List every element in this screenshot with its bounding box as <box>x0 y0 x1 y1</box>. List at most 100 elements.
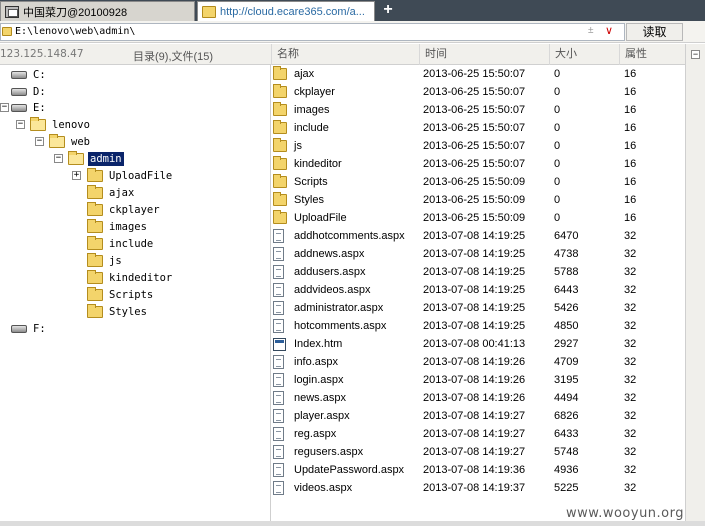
tree-folder-lenovo[interactable]: lenovo <box>30 117 92 133</box>
file-row[interactable]: player.aspx 2013-07-08 14:19:27 6826 32 <box>272 407 685 425</box>
aspx-file-icon <box>273 283 284 297</box>
file-attr: 16 <box>624 176 637 188</box>
file-size: 5788 <box>554 266 579 278</box>
file-time: 2013-07-08 14:19:25 <box>423 302 526 314</box>
column-header-size[interactable]: 大小 <box>549 44 619 65</box>
file-size: 5748 <box>554 446 579 458</box>
tree-folder-scripts[interactable]: Scripts <box>87 287 155 303</box>
tree-folder-js[interactable]: js <box>87 253 124 269</box>
file-attr: 32 <box>624 392 637 404</box>
path-input[interactable]: E:\lenovo\web\admin\ <box>0 23 625 41</box>
file-attr: 32 <box>624 410 637 422</box>
file-row[interactable]: addhotcomments.aspx 2013-07-08 14:19:25 64… <box>272 227 685 245</box>
file-name: kindeditor <box>294 158 342 170</box>
aspx-file-icon <box>273 265 284 279</box>
tree-folder-kindeditor[interactable]: kindeditor <box>87 270 174 286</box>
file-size: 6433 <box>554 428 579 440</box>
file-size: 2927 <box>554 338 579 350</box>
collapse-icon[interactable]: − <box>35 137 44 146</box>
file-name: addhotcomments.aspx <box>294 230 405 242</box>
read-button[interactable]: 读取 <box>626 23 683 41</box>
file-row[interactable]: include 2013-06-25 15:50:07 0 16 <box>272 119 685 137</box>
file-attr: 16 <box>624 158 637 170</box>
file-row[interactable]: addnews.aspx 2013-07-08 14:19:25 4738 32 <box>272 245 685 263</box>
file-name: player.aspx <box>294 410 350 422</box>
file-row[interactable]: ajax 2013-06-25 15:50:07 0 16 <box>272 65 685 83</box>
file-row[interactable]: images 2013-06-25 15:50:07 0 16 <box>272 101 685 119</box>
file-name: ajax <box>294 68 315 80</box>
window-icon <box>5 5 19 18</box>
aspx-file-icon <box>273 247 284 261</box>
column-header-time[interactable]: 时间 <box>419 44 549 65</box>
tree-drive-c[interactable]: C: <box>11 67 48 83</box>
file-row[interactable]: addusers.aspx 2013-07-08 14:19:25 5788 32 <box>272 263 685 281</box>
tab-bar: 中国菜刀@20100928 http://cloud.ecare365.com/… <box>0 0 705 21</box>
drive-icon <box>11 88 27 96</box>
file-row[interactable]: info.aspx 2013-07-08 14:19:26 4709 32 <box>272 353 685 371</box>
file-row[interactable]: kindeditor 2013-06-25 15:50:07 0 16 <box>272 155 685 173</box>
file-row[interactable]: addvideos.aspx 2013-07-08 14:19:25 6443 32 <box>272 281 685 299</box>
folder-icon <box>202 5 216 18</box>
tree-folder-include[interactable]: include <box>87 236 155 252</box>
new-tab-button[interactable]: + <box>378 1 398 20</box>
tab-label: 中国菜刀@20100928 <box>23 6 128 19</box>
file-row[interactable]: videos.aspx 2013-07-08 14:19:37 5225 32 <box>272 479 685 497</box>
aspx-file-icon <box>273 391 284 405</box>
tree-folder-admin[interactable]: admin <box>68 151 124 167</box>
folder-icon <box>87 253 103 267</box>
file-size: 0 <box>554 194 561 206</box>
tree-folder-ckplayer[interactable]: ckplayer <box>87 202 162 218</box>
file-row[interactable]: hotcomments.aspx 2013-07-08 14:19:25 4850 3… <box>272 317 685 335</box>
file-row[interactable]: Index.htm 2013-07-08 00:41:13 2927 32 <box>272 335 685 353</box>
address-bar: E:\lenovo\web\admin\ ± ∨ 读取 <box>0 21 705 43</box>
collapse-icon[interactable]: − <box>16 120 25 129</box>
file-attr: 16 <box>624 86 637 98</box>
file-attr: 16 <box>624 140 637 152</box>
file-name-cell: Scripts <box>273 173 328 191</box>
tree-folder-images[interactable]: images <box>87 219 149 235</box>
file-row[interactable]: js 2013-06-25 15:50:07 0 16 <box>272 137 685 155</box>
tree-drive-d[interactable]: D: <box>11 84 48 100</box>
file-row[interactable]: login.aspx 2013-07-08 14:19:26 3195 32 <box>272 371 685 389</box>
collapse-icon[interactable]: − <box>691 50 700 59</box>
expand-icon[interactable]: + <box>72 171 81 180</box>
folder-icon <box>273 66 287 80</box>
file-name-cell: UpdatePassword.aspx <box>273 461 404 479</box>
file-row[interactable]: Styles 2013-06-25 15:50:09 0 16 <box>272 191 685 209</box>
file-name: Scripts <box>294 176 328 188</box>
file-attr: 32 <box>624 428 637 440</box>
file-time: 2013-07-08 14:19:27 <box>423 446 526 458</box>
file-name-cell: login.aspx <box>273 371 344 389</box>
file-attr: 16 <box>624 68 637 80</box>
aspx-file-icon <box>273 445 284 459</box>
tree-folder-uploadfile[interactable]: UploadFile <box>87 168 174 184</box>
file-name-cell: reg.aspx <box>273 425 336 443</box>
history-icon[interactable]: ± <box>588 25 594 36</box>
column-header-attr[interactable]: 属性 <box>619 44 685 65</box>
file-row[interactable]: UpdatePassword.aspx 2013-07-08 14:19:36 49… <box>272 461 685 479</box>
file-name: info.aspx <box>294 356 339 368</box>
file-row[interactable]: news.aspx 2013-07-08 14:19:26 4494 32 <box>272 389 685 407</box>
file-row[interactable]: Scripts 2013-06-25 15:50:09 0 16 <box>272 173 685 191</box>
file-row[interactable]: administrator.aspx 2013-07-08 14:19:25 542… <box>272 299 685 317</box>
tree-drive-f[interactable]: F: <box>11 321 48 337</box>
tab-remote-site[interactable]: http://cloud.ecare365.com/a... <box>197 1 375 21</box>
file-attr: 16 <box>624 212 637 224</box>
file-row[interactable]: UploadFile 2013-06-25 15:50:09 0 16 <box>272 209 685 227</box>
tab-chopper-main[interactable]: 中国菜刀@20100928 <box>0 1 195 21</box>
chevron-down-icon[interactable]: ∨ <box>605 24 613 37</box>
tree-folder-styles[interactable]: Styles <box>87 304 149 320</box>
tree-drive-e[interactable]: E: <box>11 100 48 116</box>
file-row[interactable]: ckplayer 2013-06-25 15:50:07 0 16 <box>272 83 685 101</box>
file-row[interactable]: reg.aspx 2013-07-08 14:19:27 6433 32 <box>272 425 685 443</box>
file-time: 2013-06-25 15:50:07 <box>423 68 526 80</box>
file-name: addusers.aspx <box>294 266 366 278</box>
column-header-name[interactable]: 名称 <box>271 44 419 65</box>
file-attr: 32 <box>624 482 637 494</box>
file-time: 2013-07-08 14:19:27 <box>423 428 526 440</box>
collapse-icon[interactable]: − <box>0 103 9 112</box>
tree-folder-web[interactable]: web <box>49 134 92 150</box>
tree-folder-ajax[interactable]: ajax <box>87 185 136 201</box>
file-row[interactable]: regusers.aspx 2013-07-08 14:19:27 5748 32 <box>272 443 685 461</box>
collapse-icon[interactable]: − <box>54 154 63 163</box>
